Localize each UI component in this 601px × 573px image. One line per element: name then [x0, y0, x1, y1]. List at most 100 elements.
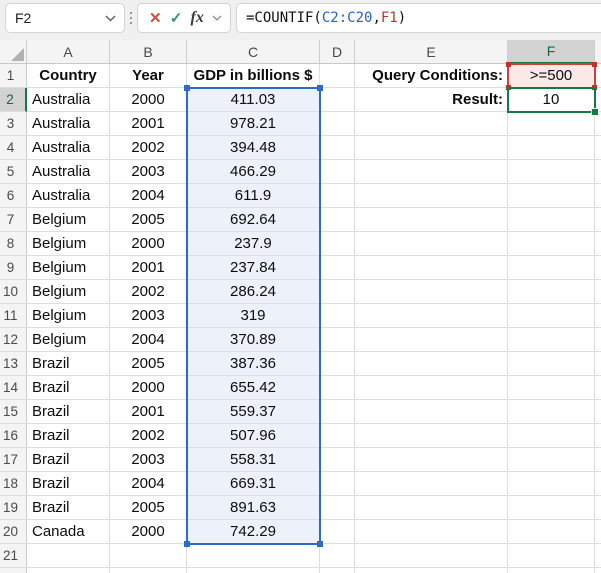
cell[interactable]	[320, 400, 355, 424]
row-header[interactable]: 11	[0, 304, 27, 328]
cell[interactable]	[355, 496, 508, 520]
cell[interactable]: Belgium	[27, 208, 110, 232]
cell[interactable]	[508, 400, 595, 424]
cell[interactable]	[355, 304, 508, 328]
cell[interactable]	[508, 208, 595, 232]
row-header[interactable]: 17	[0, 448, 27, 472]
cell[interactable]	[355, 568, 508, 573]
cell[interactable]: 2005	[110, 496, 187, 520]
cell[interactable]	[320, 352, 355, 376]
cell[interactable]	[355, 160, 508, 184]
confirm-icon[interactable]: ✓	[170, 11, 183, 26]
cell-e2-result-label[interactable]: Result:	[355, 88, 508, 112]
cell[interactable]: 2004	[110, 328, 187, 352]
cell[interactable]	[320, 496, 355, 520]
cell-e1-query-label[interactable]: Query Conditions:	[355, 64, 508, 88]
cell[interactable]: 558.31	[187, 448, 320, 472]
row-header[interactable]: 12	[0, 328, 27, 352]
cell[interactable]	[355, 208, 508, 232]
cell[interactable]: 411.03	[187, 88, 320, 112]
cell[interactable]: 237.9	[187, 232, 320, 256]
cell[interactable]	[508, 376, 595, 400]
cancel-icon[interactable]: ✕	[149, 11, 162, 26]
cell[interactable]: 286.24	[187, 280, 320, 304]
cell[interactable]: 2004	[110, 472, 187, 496]
column-header-e[interactable]: E	[355, 40, 508, 64]
cell[interactable]: 2001	[110, 256, 187, 280]
cell[interactable]	[320, 376, 355, 400]
cell[interactable]: Australia	[27, 184, 110, 208]
cell[interactable]	[110, 568, 187, 573]
cell[interactable]	[508, 280, 595, 304]
cell[interactable]: 655.42	[187, 376, 320, 400]
cell-a1-country-header[interactable]: Country	[27, 64, 110, 88]
column-header-c[interactable]: C	[187, 40, 320, 64]
cell[interactable]: 394.48	[187, 136, 320, 160]
cell[interactable]	[320, 256, 355, 280]
cell[interactable]	[320, 448, 355, 472]
cell[interactable]	[508, 136, 595, 160]
cell[interactable]: Australia	[27, 160, 110, 184]
row-header[interactable]: 15	[0, 400, 27, 424]
formula-bar-resize-handle[interactable]	[125, 3, 137, 33]
cell[interactable]	[355, 232, 508, 256]
row-header[interactable]: 8	[0, 232, 27, 256]
column-header-b[interactable]: B	[110, 40, 187, 64]
cell[interactable]: 2002	[110, 136, 187, 160]
cell[interactable]: Belgium	[27, 232, 110, 256]
row-header[interactable]: 13	[0, 352, 27, 376]
cell[interactable]: Australia	[27, 136, 110, 160]
cell[interactable]	[508, 568, 595, 573]
cell[interactable]	[187, 544, 320, 568]
cell-f2-result-value[interactable]: 10	[508, 88, 595, 112]
cell[interactable]: 2003	[110, 448, 187, 472]
column-header-f[interactable]: F	[508, 40, 595, 64]
cell[interactable]	[355, 184, 508, 208]
cell[interactable]	[355, 352, 508, 376]
row-header[interactable]: 7	[0, 208, 27, 232]
cell[interactable]: 978.21	[187, 112, 320, 136]
cell[interactable]: 2001	[110, 400, 187, 424]
cell[interactable]	[355, 424, 508, 448]
cell[interactable]	[508, 544, 595, 568]
row-header[interactable]: 16	[0, 424, 27, 448]
cell[interactable]	[320, 64, 355, 88]
row-header[interactable]: 21	[0, 544, 27, 568]
cell[interactable]	[187, 568, 320, 573]
cell[interactable]: 2002	[110, 280, 187, 304]
cell[interactable]: 2000	[110, 232, 187, 256]
cell[interactable]: Brazil	[27, 472, 110, 496]
cell[interactable]: Brazil	[27, 448, 110, 472]
cell[interactable]: Brazil	[27, 424, 110, 448]
cell[interactable]: 2005	[110, 208, 187, 232]
column-header-a[interactable]: A	[27, 40, 110, 64]
cell[interactable]	[508, 448, 595, 472]
cell[interactable]	[508, 184, 595, 208]
cell[interactable]: 559.37	[187, 400, 320, 424]
cell[interactable]	[110, 544, 187, 568]
cell[interactable]: 387.36	[187, 352, 320, 376]
row-header[interactable]: 6	[0, 184, 27, 208]
cell[interactable]	[508, 424, 595, 448]
cell[interactable]	[508, 304, 595, 328]
cell[interactable]	[320, 304, 355, 328]
cell[interactable]	[355, 544, 508, 568]
cell[interactable]: 237.84	[187, 256, 320, 280]
cell[interactable]	[508, 352, 595, 376]
cell[interactable]: 2003	[110, 160, 187, 184]
cell[interactable]: 669.31	[187, 472, 320, 496]
chevron-down-icon[interactable]	[105, 15, 116, 22]
row-header[interactable]: 14	[0, 376, 27, 400]
cell[interactable]: 2000	[110, 520, 187, 544]
row-header[interactable]: 1	[0, 64, 27, 88]
row-header[interactable]	[0, 568, 27, 573]
cell[interactable]	[320, 160, 355, 184]
cell[interactable]: Belgium	[27, 256, 110, 280]
cell[interactable]: 507.96	[187, 424, 320, 448]
cell[interactable]: 891.63	[187, 496, 320, 520]
row-header[interactable]: 19	[0, 496, 27, 520]
cell[interactable]	[355, 376, 508, 400]
cell[interactable]	[355, 520, 508, 544]
row-header[interactable]: 10	[0, 280, 27, 304]
cell[interactable]	[355, 328, 508, 352]
